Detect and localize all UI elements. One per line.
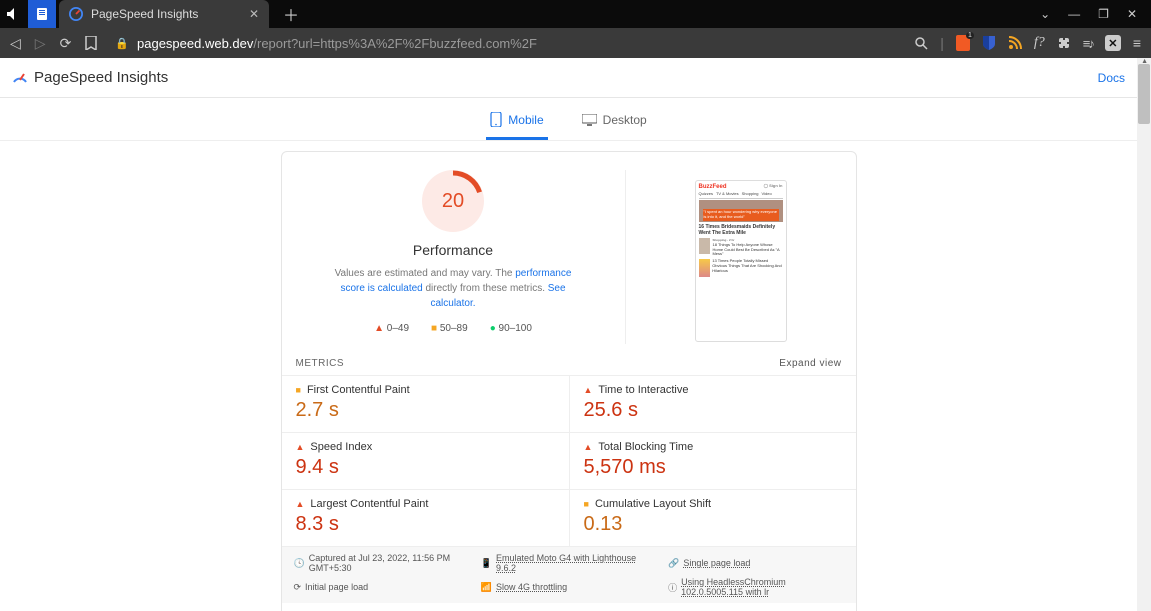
- psi-favicon-icon: [69, 7, 83, 21]
- playlist-icon[interactable]: ≡♪: [1083, 36, 1093, 51]
- reload-button[interactable]: ⟳: [60, 35, 72, 52]
- metric-item: ▲Total Blocking Time5,570 ms: [569, 432, 856, 489]
- background-tab-doc[interactable]: [28, 0, 56, 28]
- performance-label: Performance: [413, 242, 493, 258]
- env-emulated: 📱Emulated Moto G4 with Lighthouse 9.6.2: [481, 553, 656, 573]
- menu-icon[interactable]: ≡: [1133, 35, 1141, 51]
- tab-title: PageSpeed Insights: [91, 7, 198, 21]
- metrics-grid: ■First Contentful Paint2.7 s▲Time to Int…: [282, 376, 856, 546]
- page-preview: BuzzFeed◯ Sign In QuizzesTV & MoviesShop…: [695, 180, 787, 342]
- maximize-window-icon[interactable]: ❐: [1098, 7, 1109, 21]
- metric-item: ▲Time to Interactive25.6 s: [569, 376, 856, 432]
- lock-icon: 🔒: [115, 37, 129, 50]
- mobile-icon: [490, 112, 502, 127]
- forward-button[interactable]: ▷: [35, 35, 46, 52]
- bookmark-button[interactable]: [85, 36, 97, 50]
- metric-item: ▲Largest Contentful Paint8.3 s: [282, 489, 569, 546]
- psi-header: PageSpeed Insights Docs: [0, 58, 1137, 98]
- url-host: pagespeed.web.dev: [137, 36, 253, 51]
- close-tab-icon[interactable]: ✕: [249, 7, 259, 21]
- scrollbar-thumb[interactable]: [1138, 64, 1150, 124]
- bitwarden-icon[interactable]: [982, 35, 996, 51]
- env-captured: 🕓Captured at Jul 23, 2022, 11:56 PM GMT+…: [294, 553, 469, 573]
- extensions-icon[interactable]: [1057, 36, 1071, 50]
- chevron-down-icon[interactable]: ⌄: [1040, 7, 1050, 21]
- metric-item: ■First Contentful Paint2.7 s: [282, 376, 569, 432]
- x-extension-icon[interactable]: ✕: [1105, 35, 1121, 51]
- env-single: 🔗Single page load: [668, 553, 843, 573]
- search-icon[interactable]: [914, 36, 928, 50]
- divider: |: [940, 35, 944, 51]
- performance-gauge: 20: [422, 170, 484, 232]
- psi-logo-icon: [12, 70, 28, 86]
- browser-tab-bar: PageSpeed Insights ✕ ＋ ⌄ — ❐ ✕: [0, 0, 1151, 28]
- metrics-title: METRICS: [296, 358, 345, 369]
- env-headless: ⓘUsing HeadlessChromium 102.0.5005.115 w…: [668, 577, 843, 597]
- rss-icon[interactable]: [1008, 36, 1022, 50]
- metric-item: ▲Speed Index9.4 s: [282, 432, 569, 489]
- docs-link[interactable]: Docs: [1098, 71, 1125, 85]
- score-disclaimer: Values are estimated and may vary. The p…: [323, 266, 583, 311]
- address-bar[interactable]: 🔒 pagespeed.web.dev /report?url=https%3A…: [115, 36, 537, 51]
- brave-shields-icon[interactable]: 1: [956, 35, 970, 51]
- report-card: 20 Performance Values are estimated and …: [281, 151, 857, 611]
- back-button[interactable]: ◁: [10, 35, 21, 52]
- tab-mobile-label: Mobile: [508, 113, 543, 127]
- device-tabs: Mobile Desktop: [0, 98, 1137, 141]
- expand-view-link[interactable]: Expand view: [779, 358, 841, 369]
- active-tab[interactable]: PageSpeed Insights ✕: [59, 0, 269, 28]
- tab-desktop-label: Desktop: [603, 113, 647, 127]
- tab-desktop[interactable]: Desktop: [578, 106, 651, 140]
- desktop-icon: [582, 114, 597, 126]
- env-throttling: 📶Slow 4G throttling: [481, 577, 656, 597]
- score-value: 20: [422, 170, 484, 232]
- environment-info: 🕓Captured at Jul 23, 2022, 11:56 PM GMT+…: [282, 546, 856, 603]
- score-legend: ▲ 0–49 ■ 50–89 ● 90–100: [374, 323, 532, 334]
- minimize-window-icon[interactable]: —: [1068, 7, 1080, 21]
- new-tab-button[interactable]: ＋: [283, 2, 299, 26]
- page-title: PageSpeed Insights: [34, 69, 168, 86]
- scrollbar[interactable]: ▲: [1137, 58, 1151, 611]
- env-initial: ⟳Initial page load: [294, 577, 469, 597]
- url-path: /report?url=https%3A%2F%2Fbuzzfeed.com%2…: [253, 36, 537, 51]
- browser-toolbar: ◁ ▷ ⟳ 🔒 pagespeed.web.dev /report?url=ht…: [0, 28, 1151, 58]
- sound-icon[interactable]: [0, 8, 28, 20]
- font-extension-icon[interactable]: f?: [1034, 35, 1045, 51]
- metric-item: ■Cumulative Layout Shift0.13: [569, 489, 856, 546]
- tab-mobile[interactable]: Mobile: [486, 106, 547, 140]
- close-window-icon[interactable]: ✕: [1127, 7, 1137, 21]
